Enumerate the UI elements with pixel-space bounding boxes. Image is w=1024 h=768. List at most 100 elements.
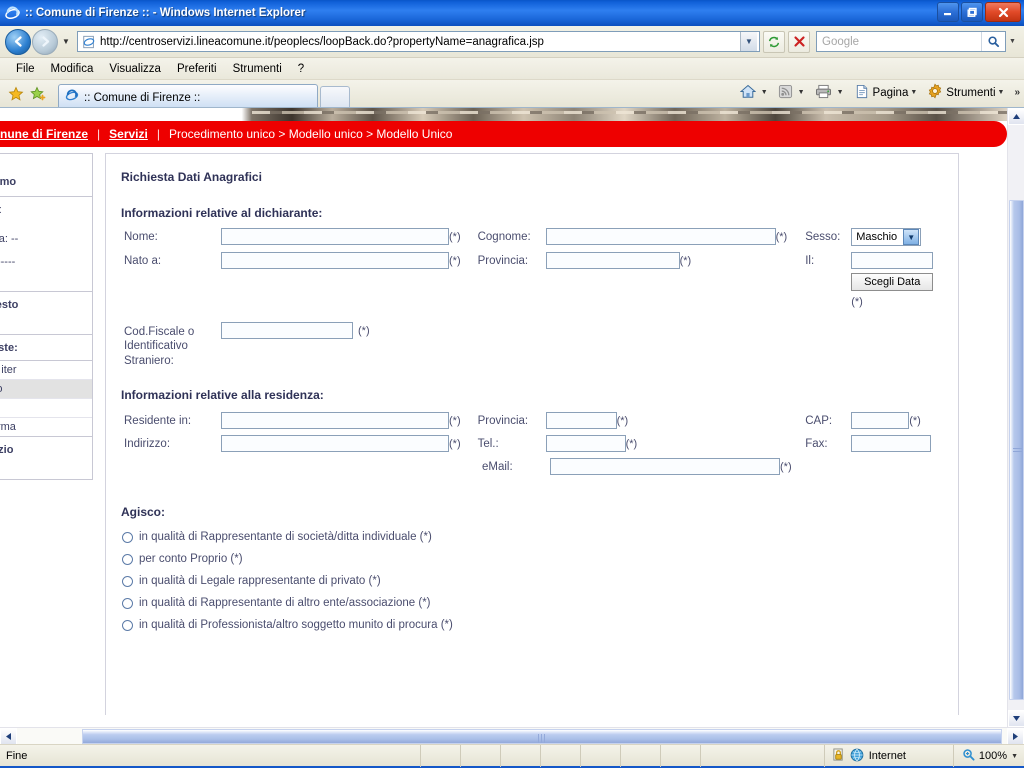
search-box[interactable]: Google	[816, 31, 1006, 52]
agisco-option-label-4: in qualità di Professionista/altro sogge…	[139, 619, 453, 632]
tools-caret-icon[interactable]: ▼	[998, 89, 1005, 96]
browser-tab[interactable]: :: Comune di Firenze ::	[58, 84, 318, 107]
il-date-input[interactable]	[851, 252, 934, 269]
print-button[interactable]: ▼	[813, 83, 850, 103]
vertical-scroll-thumb[interactable]	[1009, 200, 1024, 700]
page-caret-icon[interactable]: ▼	[910, 89, 917, 96]
chevron-down-icon[interactable]: ▼	[903, 229, 920, 245]
radio-icon[interactable]	[122, 597, 133, 609]
cognome-input[interactable]	[545, 228, 776, 245]
residente-in-input[interactable]	[221, 412, 449, 430]
sidebar-item-riepilogo-e-firma[interactable]: ilogo e firma	[0, 418, 92, 436]
favorites-center-icon[interactable]	[6, 84, 26, 104]
add-to-favorites-icon[interactable]	[28, 84, 48, 104]
menu-item-modifica[interactable]: Modifica	[43, 61, 102, 77]
refresh-icon[interactable]	[763, 30, 785, 53]
forward-button[interactable]	[32, 28, 58, 55]
back-button[interactable]	[5, 28, 31, 55]
search-input[interactable]: Google	[817, 36, 981, 48]
url-bar[interactable]: http://centroservizi.lineacomune.it/peop…	[77, 31, 760, 52]
residente-in-label: Residente in:	[124, 415, 192, 428]
menu-item-help[interactable]: ?	[290, 61, 312, 77]
sidebar-item-generazione-iter[interactable]: erazione iter	[0, 361, 92, 381]
indirizzo-input[interactable]	[221, 435, 449, 453]
agisco-option-label-1: per conto Proprio (*)	[139, 553, 243, 566]
page-vertical-scrollbar[interactable]	[1007, 108, 1024, 727]
cap-input[interactable]	[851, 412, 910, 430]
radio-icon[interactable]	[122, 553, 133, 565]
printer-icon	[815, 84, 832, 102]
command-bar-overflow-icon[interactable]: »	[1014, 87, 1020, 98]
scroll-left-button[interactable]	[0, 727, 17, 744]
agisco-option-row[interactable]: in qualità di Rappresentante di altro en…	[122, 597, 948, 609]
scroll-right-button[interactable]	[1007, 727, 1024, 744]
history-dropdown-icon[interactable]: ▼	[59, 37, 73, 46]
search-icon[interactable]	[981, 32, 1005, 51]
scroll-down-button[interactable]	[1008, 710, 1024, 727]
radio-icon[interactable]	[122, 619, 133, 631]
site-brand-link[interactable]: nune di Firenze	[0, 127, 88, 141]
agisco-option-row[interactable]: in qualità di Rappresentante di società/…	[122, 531, 948, 543]
minimize-button[interactable]	[937, 2, 959, 22]
agisco-option-row[interactable]: in qualità di Professionista/altro sogge…	[122, 619, 948, 631]
address-bar: ▼ http://centroservizi.lineacomune.it/pe…	[0, 26, 1024, 58]
feeds-button[interactable]: ▼	[776, 83, 811, 103]
agisco-option-row[interactable]: per conto Proprio (*)	[122, 553, 948, 565]
search-provider-caret-icon[interactable]: ▼	[1006, 38, 1019, 45]
tools-menu-button[interactable]: Strumenti ▼	[925, 82, 1010, 103]
provincia-residenza-input[interactable]	[545, 412, 617, 430]
sesso-select[interactable]: Maschio ▼	[851, 228, 922, 246]
cod-fiscale-required-mark: (*)	[358, 325, 370, 337]
tel-input[interactable]	[545, 435, 626, 453]
scegli-data-button[interactable]: Scegli Data	[851, 273, 934, 291]
sidebar: enuto te Anonimo Qualifica: e . Qualific…	[0, 153, 93, 481]
close-button[interactable]	[985, 2, 1021, 22]
section-declarant-heading: Informazioni relative al dichiarante:	[121, 206, 323, 220]
home-caret-icon[interactable]: ▼	[761, 89, 768, 96]
cognome-label: Cognome:	[477, 231, 531, 243]
horizontal-scroll-track[interactable]	[17, 727, 1007, 744]
print-caret-icon[interactable]: ▼	[837, 89, 844, 96]
nato-a-input[interactable]	[221, 252, 449, 269]
fax-label: Fax:	[805, 438, 828, 451]
cognome-required-mark: (*)	[775, 231, 788, 243]
rss-icon	[778, 84, 793, 102]
url-text[interactable]: http://centroservizi.lineacomune.it/peop…	[100, 36, 740, 48]
provincia-nascita-input[interactable]	[545, 252, 680, 269]
feeds-caret-icon[interactable]: ▼	[798, 89, 805, 96]
radio-icon[interactable]	[122, 575, 133, 587]
nome-input[interactable]	[221, 228, 449, 245]
home-button[interactable]: ▼	[738, 83, 774, 103]
nav-link-servizi[interactable]: Servizi	[109, 127, 148, 141]
tel-label: Tel.:	[477, 438, 499, 451]
page-horizontal-scrollbar[interactable]	[0, 727, 1024, 744]
gear-icon	[927, 83, 943, 102]
security-zone[interactable]: Internet	[823, 745, 906, 767]
nome-label: Nome:	[124, 231, 158, 243]
agisco-heading: Agisco:	[121, 505, 166, 520]
page-title: Richiesta Dati Anagrafici	[121, 170, 262, 184]
menu-item-strumenti[interactable]: Strumenti	[225, 61, 290, 77]
radio-icon[interactable]	[122, 531, 133, 543]
new-tab-button[interactable]	[320, 86, 350, 107]
menu-item-visualizza[interactable]: Visualizza	[101, 61, 169, 77]
url-dropdown-icon[interactable]: ▼	[740, 32, 757, 51]
email-input[interactable]	[550, 458, 780, 476]
home-icon	[739, 84, 757, 102]
stop-icon[interactable]	[788, 30, 810, 53]
cod-fiscale-input[interactable]	[221, 322, 353, 339]
sidebar-item-pagamenti[interactable]: amenti	[0, 399, 92, 419]
zoom-caret-icon[interactable]: ▼	[1011, 753, 1018, 760]
menu-item-preferiti[interactable]: Preferiti	[169, 61, 225, 77]
site-banner-image	[0, 108, 1007, 121]
horizontal-scroll-thumb[interactable]	[82, 728, 1002, 744]
page-menu-button[interactable]: Pagina ▼	[852, 83, 924, 103]
scroll-up-button[interactable]	[1008, 108, 1024, 125]
page-label: Pagina	[872, 86, 909, 99]
fax-input[interactable]	[851, 435, 932, 453]
zoom-control[interactable]: 100% ▼	[952, 745, 1018, 767]
sidebar-item-modello-unico[interactable]: ello unico	[0, 380, 92, 400]
maximize-button[interactable]	[961, 2, 983, 22]
agisco-option-row[interactable]: in qualità di Legale rappresentante di p…	[122, 575, 948, 587]
menu-item-file[interactable]: File	[8, 61, 43, 77]
